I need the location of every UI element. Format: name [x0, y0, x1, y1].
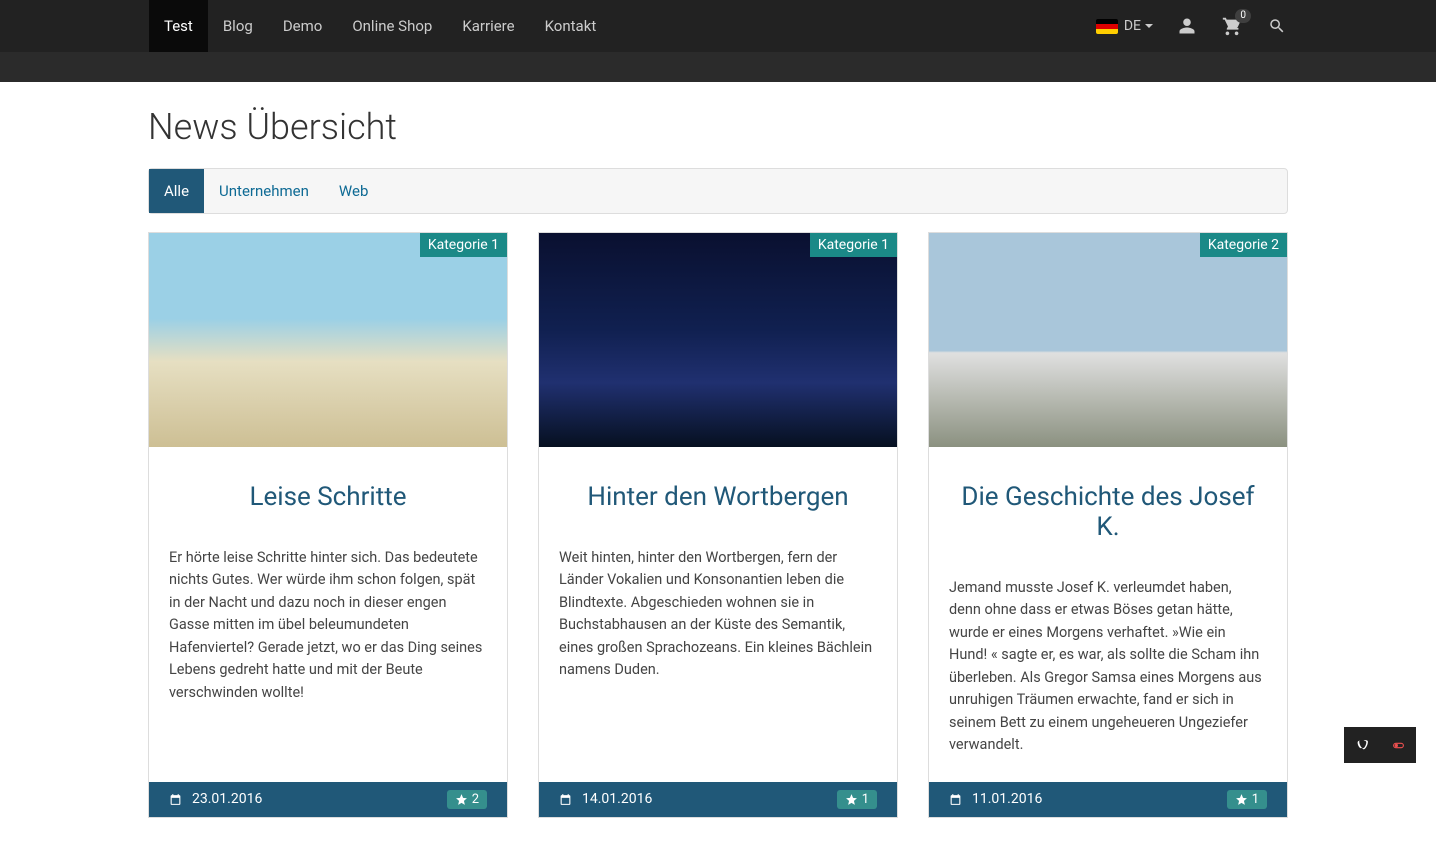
search-button[interactable] [1268, 17, 1286, 35]
typo3-admin-button[interactable] [1344, 727, 1380, 763]
nav-item-test[interactable]: Test [149, 0, 208, 52]
news-card[interactable]: Kategorie 2 Die Geschichte des Josef K. … [928, 232, 1288, 818]
typo3-icon [1356, 739, 1369, 752]
card-body: Hinter den Wortbergen Weit hinten, hinte… [539, 447, 897, 782]
card-date: 14.01.2016 [559, 791, 652, 807]
card-title[interactable]: Leise Schritte [169, 482, 487, 512]
nav-item-karriere[interactable]: Karriere [447, 0, 529, 52]
card-footer: 11.01.2016 1 [929, 782, 1287, 817]
star-count-badge: 2 [447, 790, 487, 809]
card-text: Jemand musste Josef K. verleumdet haben,… [949, 577, 1267, 757]
star-count: 2 [472, 792, 479, 807]
category-badge: Kategorie 1 [810, 233, 897, 257]
star-icon [845, 793, 858, 806]
news-card[interactable]: Kategorie 1 Hinter den Wortbergen Weit h… [538, 232, 898, 818]
card-title[interactable]: Hinter den Wortbergen [559, 482, 877, 512]
toggle-off-icon [1392, 739, 1405, 752]
search-icon [1268, 17, 1286, 35]
card-image: Kategorie 2 [929, 233, 1287, 447]
flag-de-icon [1096, 19, 1118, 34]
card-image: Kategorie 1 [539, 233, 897, 447]
nav-item-blog[interactable]: Blog [208, 0, 268, 52]
star-count-badge: 1 [1227, 790, 1267, 809]
nav-item-kontakt[interactable]: Kontakt [530, 0, 612, 52]
card-footer: 23.01.2016 2 [149, 782, 507, 817]
calendar-icon [559, 793, 572, 806]
card-body: Die Geschichte des Josef K. Jemand musst… [929, 447, 1287, 782]
date-text: 11.01.2016 [972, 791, 1042, 807]
star-count: 1 [1252, 792, 1259, 807]
card-image: Kategorie 1 [149, 233, 507, 447]
calendar-icon [949, 793, 962, 806]
tab-alle[interactable]: Alle [149, 169, 204, 213]
chevron-down-icon [1145, 24, 1153, 28]
page-title: News Übersicht [148, 106, 1288, 148]
language-selector[interactable]: DE [1096, 18, 1153, 34]
star-icon [455, 793, 468, 806]
admin-toolbar [1344, 727, 1416, 763]
card-text: Er hörte leise Schritte hinter sich. Das… [169, 547, 487, 704]
category-badge: Kategorie 2 [1200, 233, 1287, 257]
category-badge: Kategorie 1 [420, 233, 507, 257]
cart-button[interactable]: 0 [1221, 15, 1243, 37]
star-count-badge: 1 [837, 790, 877, 809]
nav-item-online-shop[interactable]: Online Shop [337, 0, 447, 52]
nav-item-demo[interactable]: Demo [268, 0, 338, 52]
tab-web[interactable]: Web [324, 169, 383, 213]
frontend-editing-button[interactable] [1380, 727, 1416, 763]
calendar-icon [169, 793, 182, 806]
card-title[interactable]: Die Geschichte des Josef K. [949, 482, 1267, 542]
card-date: 23.01.2016 [169, 791, 262, 807]
filter-tabs: Alle Unternehmen Web [148, 168, 1288, 214]
card-text: Weit hinten, hinter den Wortbergen, fern… [559, 547, 877, 682]
navbar-utilities: DE 0 [1096, 0, 1286, 52]
language-label: DE [1124, 18, 1141, 34]
cart-count-badge: 0 [1235, 9, 1251, 23]
user-icon [1178, 17, 1196, 35]
news-card-grid: Kategorie 1 Leise Schritte Er hörte leis… [148, 232, 1288, 818]
date-text: 14.01.2016 [582, 791, 652, 807]
card-body: Leise Schritte Er hörte leise Schritte h… [149, 447, 507, 782]
date-text: 23.01.2016 [192, 791, 262, 807]
subheader-strip [0, 52, 1436, 82]
main-container: News Übersicht Alle Unternehmen Web Kate… [148, 106, 1288, 858]
tab-unternehmen[interactable]: Unternehmen [204, 169, 324, 213]
card-date: 11.01.2016 [949, 791, 1042, 807]
news-card[interactable]: Kategorie 1 Leise Schritte Er hörte leis… [148, 232, 508, 818]
star-icon [1235, 793, 1248, 806]
user-account-button[interactable] [1178, 17, 1196, 35]
top-navbar: Test Blog Demo Online Shop Karriere Kont… [0, 0, 1436, 52]
star-count: 1 [862, 792, 869, 807]
navbar-primary-links: Test Blog Demo Online Shop Karriere Kont… [0, 0, 1096, 52]
card-footer: 14.01.2016 1 [539, 782, 897, 817]
